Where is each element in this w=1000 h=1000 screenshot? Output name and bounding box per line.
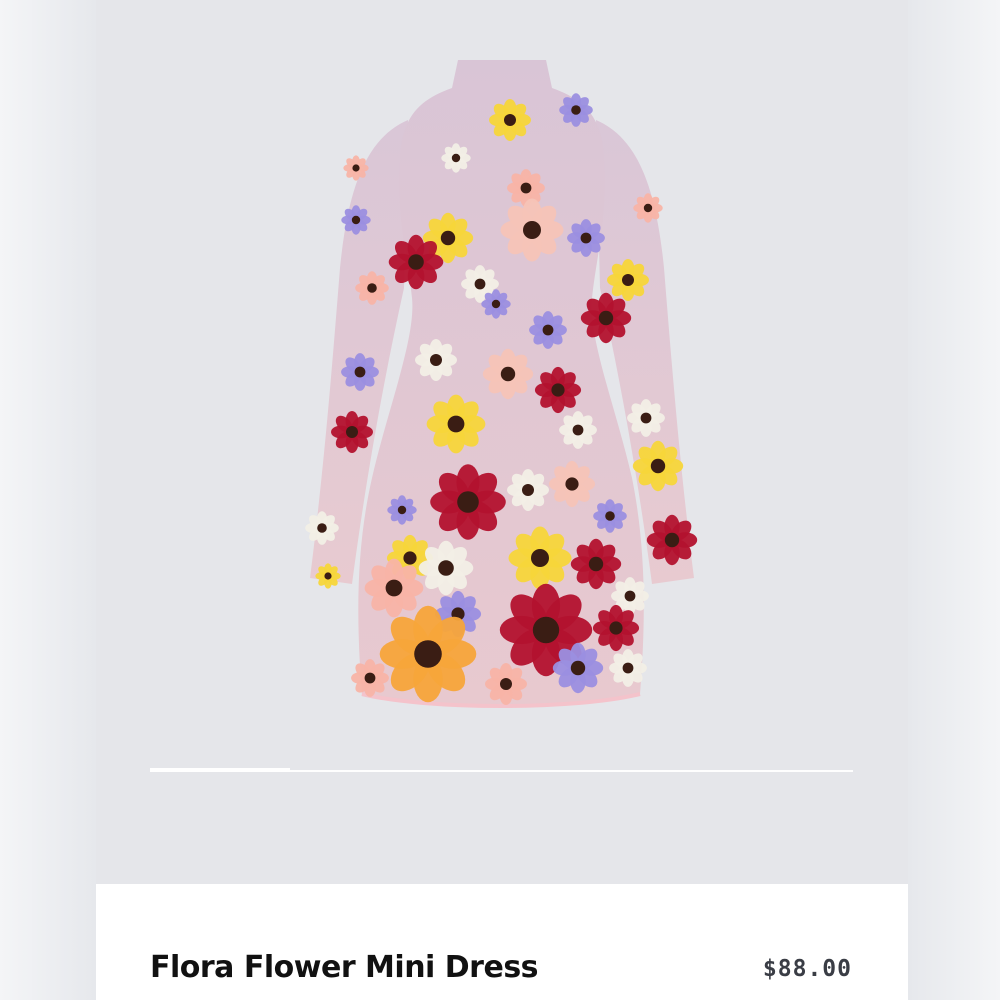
product-name[interactable]: Flora Flower Mini Dress [150,950,539,985]
product-price: $88.00 [762,956,852,982]
flower-motif [559,93,593,127]
flower-motif [592,604,640,652]
flower-motif [379,605,477,703]
right-backdrop [908,0,1000,1000]
flower-motif [507,169,545,207]
flower-motif [567,219,605,257]
flower-motif [387,495,417,525]
flower-motif [315,563,341,589]
flower-motif [305,511,339,545]
flower-motif [609,649,647,687]
flower-motif [351,659,389,697]
flower-motif [607,259,649,301]
flower-motif [552,642,604,694]
flower-motif [508,526,572,590]
flower-motif [559,411,597,449]
flower-motif [430,464,506,540]
flower-motif [388,234,444,290]
flower-motif [593,499,627,533]
flower-motif [343,155,369,181]
flower-motif [331,411,373,453]
flower-motif [481,289,511,319]
flower-motif [500,198,564,262]
product-info: Flora Flower Mini Dress $88.00 [96,884,908,1000]
flower-motif [646,514,698,566]
flower-motif [485,663,527,705]
flower-motif [418,540,474,596]
product-image[interactable] [296,48,708,714]
flower-motif [548,460,596,508]
flower-motif [507,469,549,511]
flower-motif [534,366,582,414]
flower-motif [415,339,457,381]
flower-motif [441,143,471,173]
flower-motif [580,292,632,344]
flower-motif [627,399,665,437]
flower-motif [426,394,486,454]
flower-motif [529,311,567,349]
flower-motif [570,538,622,590]
left-backdrop [0,0,96,1000]
flower-motif [632,440,684,492]
carousel-indicator[interactable] [150,768,290,772]
flower-motif [364,558,424,618]
flower-motif [489,99,531,141]
product-image-gallery[interactable] [96,0,908,884]
flower-motif [341,353,379,391]
flower-motif [355,271,389,305]
product-card[interactable]: Flora Flower Mini Dress $88.00 [96,0,908,1000]
flower-motif [341,205,371,235]
flower-motif [633,193,663,223]
flower-motif [482,348,534,400]
